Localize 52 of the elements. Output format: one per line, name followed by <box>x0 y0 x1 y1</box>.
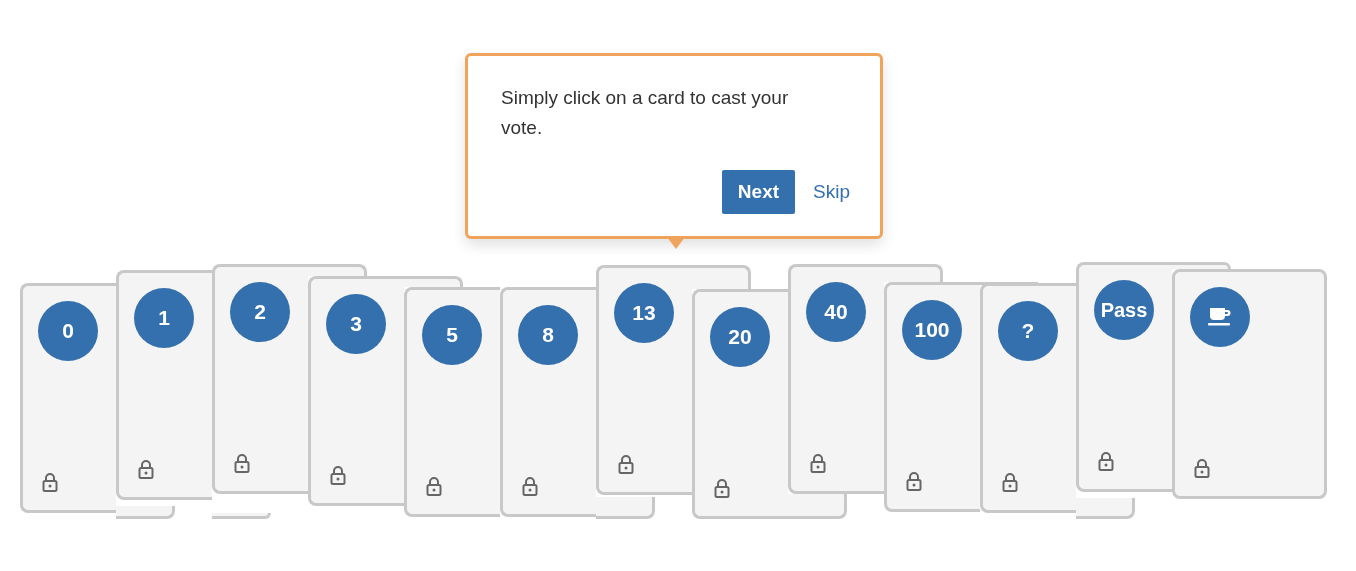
card-value: 100 <box>902 300 962 360</box>
card-value: ? <box>998 301 1058 361</box>
card-value: 13 <box>614 283 674 343</box>
lock-icon <box>138 459 154 479</box>
card-corner <box>1172 262 1231 269</box>
card-value: Pass <box>1094 280 1154 340</box>
card-corner <box>404 276 463 287</box>
lock-icon <box>810 453 826 473</box>
skip-link[interactable]: Skip <box>813 177 850 207</box>
vote-card[interactable]: 3 <box>308 276 404 506</box>
card-value: 8 <box>518 305 578 365</box>
vote-card[interactable]: 2 <box>212 264 308 494</box>
card-corner <box>596 497 655 519</box>
card-value: 2 <box>230 282 290 342</box>
card-value: 20 <box>710 307 770 367</box>
vote-card[interactable]: 8 <box>500 287 596 517</box>
vote-card[interactable]: Pass <box>1076 262 1172 492</box>
vote-card[interactable]: 20 <box>692 289 788 519</box>
vote-card[interactable]: 5 <box>404 287 500 517</box>
card-corner <box>308 264 367 276</box>
card-corner <box>1076 498 1135 519</box>
tour-message: Simply click on a card to cast your vote. <box>501 86 790 140</box>
lock-icon <box>1194 458 1210 478</box>
card-corner <box>212 513 271 519</box>
card-corner <box>116 506 175 519</box>
card-value: 3 <box>326 294 386 354</box>
lock-icon <box>522 476 538 496</box>
lock-icon <box>234 453 250 473</box>
card-value: 0 <box>38 301 98 361</box>
lock-icon <box>906 471 922 491</box>
card-corner <box>788 494 847 519</box>
card-value: 1 <box>134 288 194 348</box>
card-value: 40 <box>806 282 866 342</box>
lock-icon <box>1098 451 1114 471</box>
lock-icon <box>330 465 346 485</box>
card-corner <box>884 264 943 282</box>
lock-icon <box>1002 472 1018 492</box>
lock-icon <box>42 472 58 492</box>
coffee-cup-icon <box>1207 307 1233 327</box>
lock-icon <box>426 476 442 496</box>
lock-icon <box>618 454 634 474</box>
vote-card[interactable]: ? <box>980 283 1076 513</box>
lock-icon <box>714 478 730 498</box>
vote-card[interactable]: 100 <box>884 282 980 512</box>
vote-card[interactable] <box>1172 269 1327 499</box>
vote-card[interactable]: 40 <box>788 264 884 494</box>
card-value: 5 <box>422 305 482 365</box>
vote-card[interactable]: 0 <box>20 283 116 513</box>
vote-card[interactable]: 1 <box>116 270 212 500</box>
card-corner <box>692 265 751 289</box>
next-button[interactable]: Next <box>721 170 796 214</box>
vote-card[interactable]: 13 <box>596 265 692 495</box>
